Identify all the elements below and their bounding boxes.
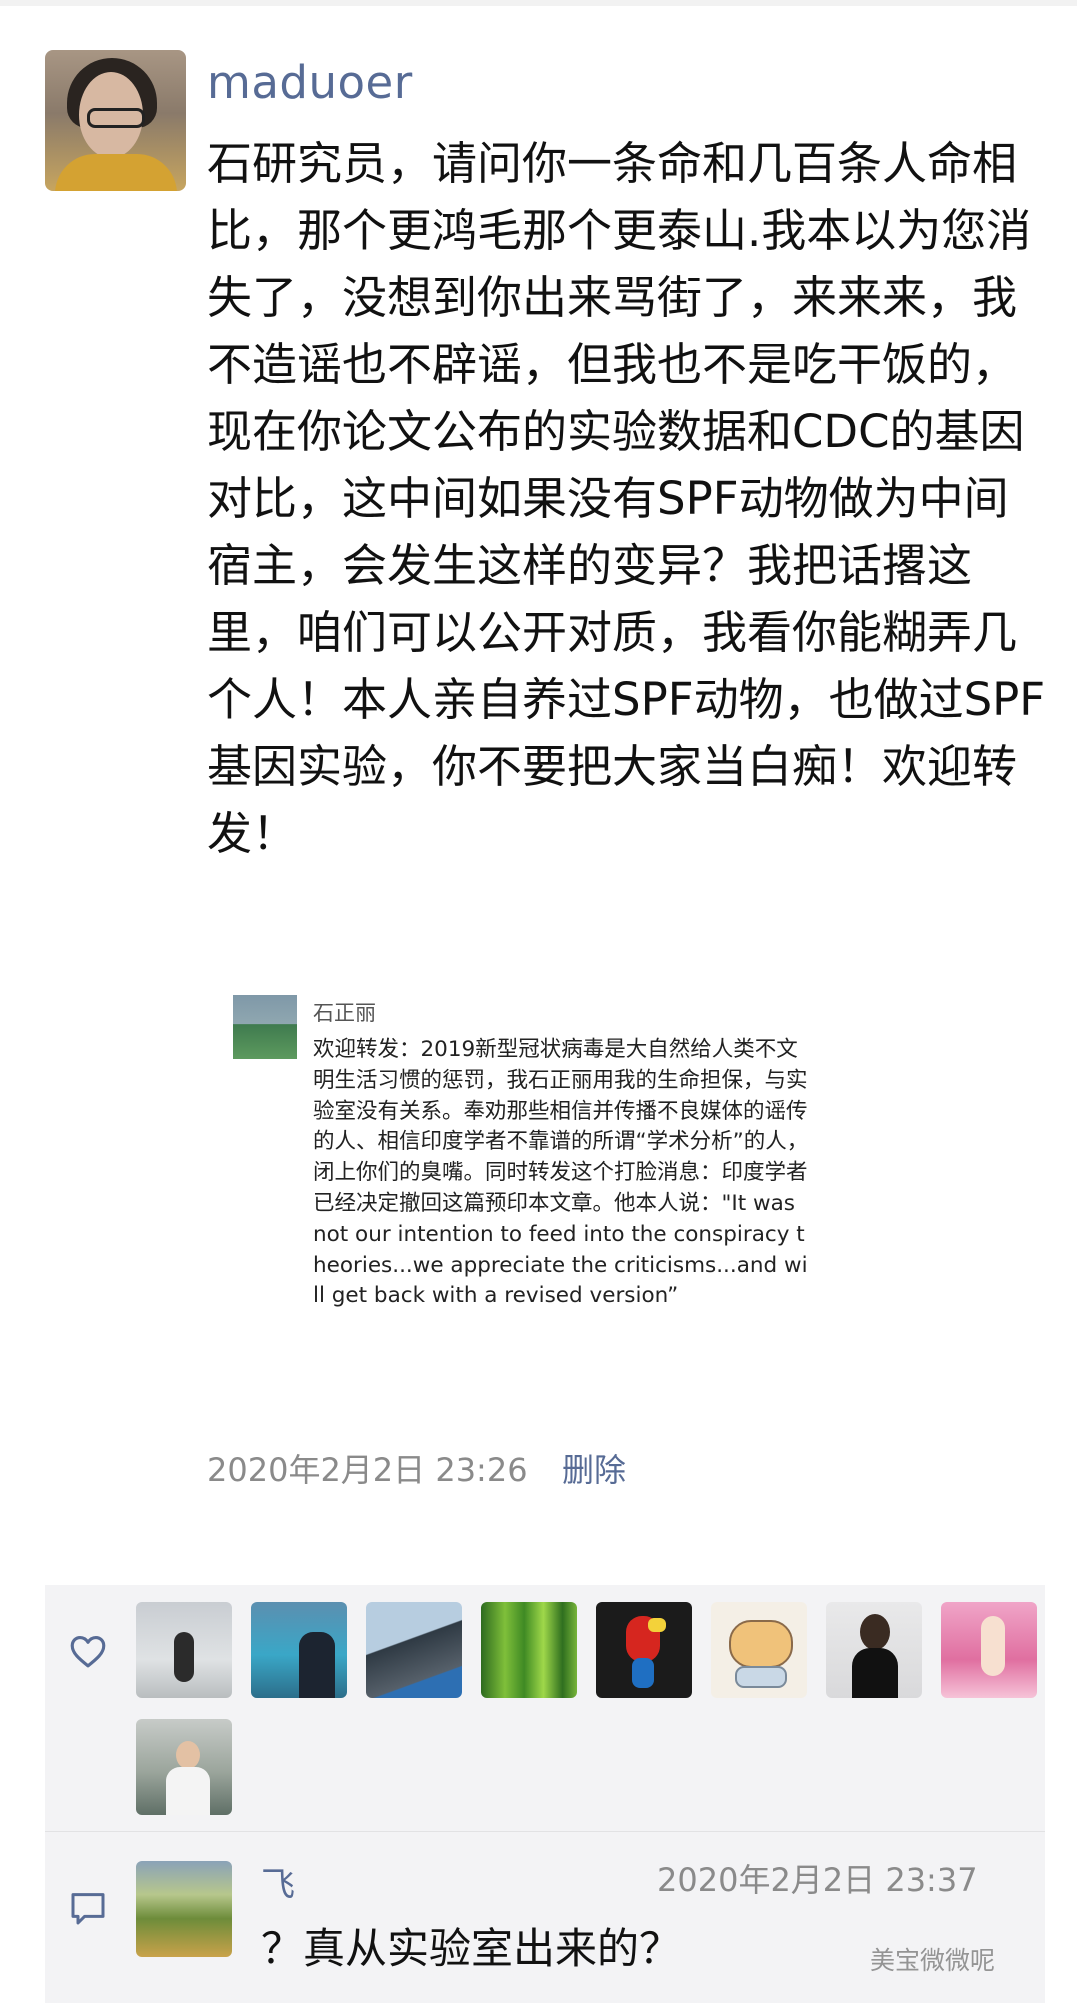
post-author-name[interactable]: maduoer: [207, 56, 413, 109]
shared-author-name: 石正丽: [313, 1001, 376, 1025]
shared-post-card[interactable]: 石正丽 欢迎转发：2019新型冠状病毒是大自然给人类不文明生活习惯的惩罚，我石正…: [207, 977, 1045, 1397]
heart-icon: [70, 1635, 106, 1668]
shared-post-text: 欢迎转发：2019新型冠状病毒是大自然给人类不文明生活习惯的惩罚，我石正丽用我的…: [313, 1037, 809, 1309]
delete-button[interactable]: 删除: [562, 1445, 626, 1491]
top-strip: [0, 0, 1077, 6]
post-content: 石研究员，请问你一条命和几百条人命相比，那个更鸿毛那个更泰山.我本以为您消失了，…: [207, 137, 1046, 860]
like-avatar[interactable]: [136, 1602, 232, 1698]
commenter-name[interactable]: 飞: [261, 1857, 295, 1906]
like-avatar[interactable]: [711, 1602, 807, 1698]
comment-timestamp: 2020年2月2日 23:37: [657, 1861, 978, 1899]
comment-icon: [71, 1893, 105, 1925]
like-avatar[interactable]: [941, 1602, 1037, 1698]
watermark: 美宝微微呢: [870, 1946, 996, 1975]
like-avatar[interactable]: [136, 1719, 232, 1815]
comment-text: ？真从实验室出来的？: [261, 1924, 682, 1973]
like-avatar[interactable]: [481, 1602, 577, 1698]
shared-author-avatar: [233, 995, 297, 1059]
post-timestamp: 2020年2月2日 23:26: [207, 1451, 528, 1489]
like-avatar[interactable]: [596, 1602, 692, 1698]
panel-divider: [45, 1831, 1045, 1832]
like-avatar[interactable]: [826, 1602, 922, 1698]
post-author-avatar[interactable]: [45, 50, 186, 191]
commenter-avatar[interactable]: [136, 1861, 232, 1957]
like-avatar[interactable]: [366, 1602, 462, 1698]
like-avatar[interactable]: [251, 1602, 347, 1698]
